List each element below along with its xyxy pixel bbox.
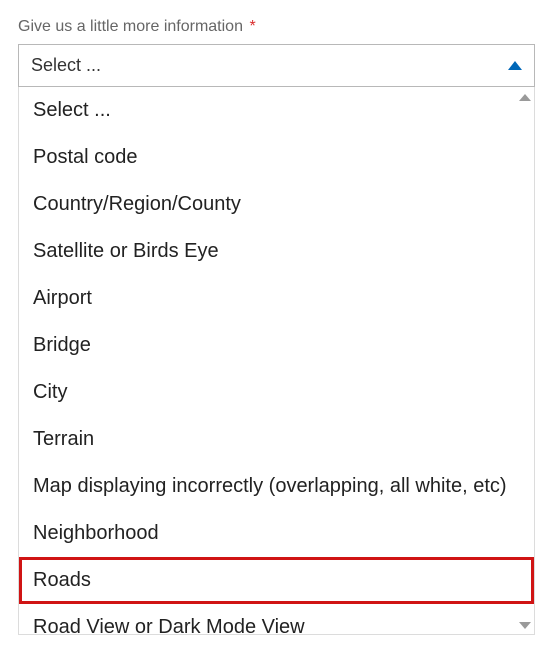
dropdown-option-label: Satellite or Birds Eye <box>33 240 219 262</box>
select-wrapper: Select ... Select ... Postal code Country/… <box>18 44 535 635</box>
dropdown-option-label: Terrain <box>33 428 94 450</box>
dropdown-option[interactable]: Airport <box>19 275 534 322</box>
dropdown-option-label: Neighborhood <box>33 522 159 544</box>
dropdown-option[interactable]: Bridge <box>19 322 534 369</box>
select-trigger[interactable]: Select ... <box>18 44 535 87</box>
dropdown-option[interactable]: Road View or Dark Mode View <box>19 604 534 635</box>
dropdown-list[interactable]: Select ... Postal code Country/Region/Coun… <box>18 87 535 635</box>
required-asterisk: * <box>249 18 255 35</box>
dropdown-option-label: Airport <box>33 287 92 309</box>
dropdown-option[interactable]: Terrain <box>19 416 534 463</box>
dropdown-option[interactable]: Select ... <box>19 87 534 134</box>
dropdown-option[interactable]: City <box>19 369 534 416</box>
field-label: Give us a little more information * <box>18 18 535 36</box>
dropdown-option-label: Bridge <box>33 334 91 356</box>
dropdown-option[interactable]: Postal code <box>19 134 534 181</box>
chevron-up-icon <box>508 61 522 70</box>
field-label-text: Give us a little more information <box>18 18 243 35</box>
dropdown-option[interactable]: Country/Region/County <box>19 181 534 228</box>
dropdown-option-label: City <box>33 381 67 403</box>
dropdown-option[interactable]: Neighborhood <box>19 510 534 557</box>
dropdown-option[interactable]: Map displaying incorrectly (overlapping,… <box>19 463 534 510</box>
dropdown-option[interactable]: Roads <box>19 557 534 604</box>
dropdown-option-label: Country/Region/County <box>33 193 241 215</box>
dropdown-option-label: Road View or Dark Mode View <box>33 616 305 635</box>
select-value: Select ... <box>31 55 101 76</box>
dropdown-option-label: Roads <box>33 569 91 591</box>
dropdown-option-label: Map displaying incorrectly (overlapping,… <box>33 475 507 497</box>
dropdown-option-label: Select ... <box>33 99 111 121</box>
dropdown-option[interactable]: Satellite or Birds Eye <box>19 228 534 275</box>
dropdown-option-label: Postal code <box>33 146 138 168</box>
